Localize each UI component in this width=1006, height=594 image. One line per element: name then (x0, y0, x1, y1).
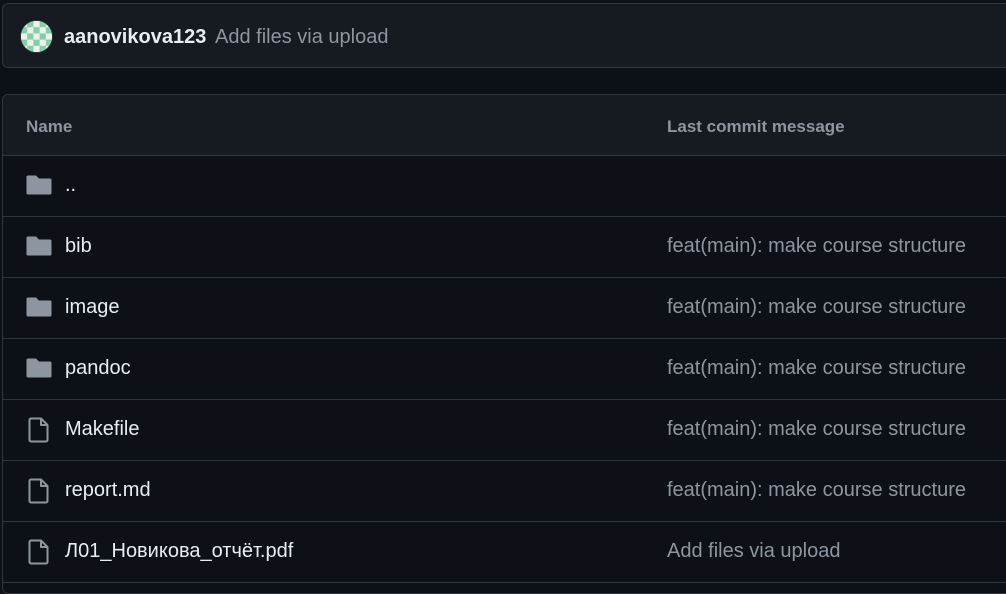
name-column-header: Name (26, 117, 73, 136)
commit-message-link[interactable]: Add files via upload (215, 26, 388, 49)
commit-message-link[interactable]: Add files via upload (667, 540, 840, 563)
file-icon (28, 417, 54, 443)
commit-message-link[interactable]: feat(main): make course structure (667, 296, 966, 319)
folder-name-link[interactable]: .. (65, 174, 76, 197)
last-commit-message-column-header: Last commit message (667, 117, 845, 136)
file-row[interactable]: Л01_Новикова_отчёт.pdf Add files via uplo… (3, 522, 1006, 583)
file-icon (28, 478, 54, 504)
folder-name-link[interactable]: pandoc (65, 357, 131, 380)
commit-message-link[interactable]: feat(main): make course structure (667, 479, 966, 502)
folder-icon (26, 174, 52, 198)
commit-message-link[interactable]: feat(main): make course structure (667, 418, 966, 441)
folder-name-link[interactable]: bib (65, 235, 92, 258)
file-icon (28, 539, 54, 565)
folder-row[interactable]: pandoc feat(main): make course structure (3, 339, 1006, 400)
file-table: Name Last commit message .. bib feat(main)… (2, 94, 1006, 594)
commit-message-link[interactable]: feat(main): make course structure (667, 235, 966, 258)
commit-message-link[interactable]: feat(main): make course structure (667, 357, 966, 380)
identicon-avatar (21, 21, 52, 52)
file-name-link[interactable]: Makefile (65, 418, 139, 441)
file-name-link[interactable]: Л01_Новикова_отчёт.pdf (65, 540, 293, 563)
table-header: Name Last commit message (3, 95, 1006, 156)
folder-row[interactable]: image feat(main): make course structure (3, 278, 1006, 339)
file-name-link[interactable]: report.md (65, 479, 151, 502)
file-row[interactable]: report.md feat(main): make course structu… (3, 461, 1006, 522)
folder-row[interactable]: bib feat(main): make course structure (3, 217, 1006, 278)
folder-name-link[interactable]: image (65, 296, 119, 319)
folder-icon (26, 235, 52, 259)
folder-icon (26, 296, 52, 320)
latest-commit-bar: aanovikova123 Add files via upload (2, 3, 1006, 68)
file-row[interactable]: Makefile feat(main): make course structur… (3, 400, 1006, 461)
folder-icon (26, 357, 52, 381)
user-avatar[interactable] (21, 21, 52, 52)
commit-author-link[interactable]: aanovikova123 (64, 26, 206, 49)
folder-row[interactable]: .. (3, 156, 1006, 217)
